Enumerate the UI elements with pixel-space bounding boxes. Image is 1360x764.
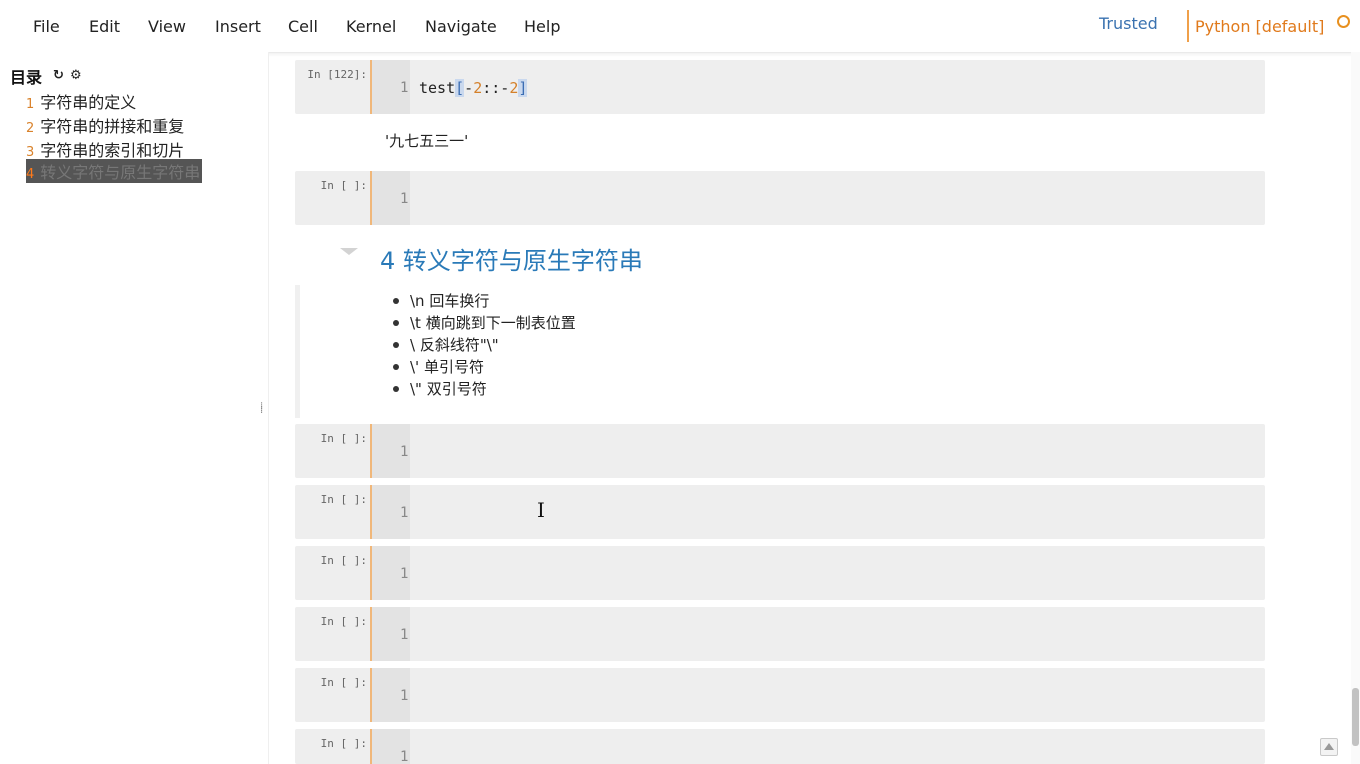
code-cell-3[interactable]: In [ ]: 1: [295, 424, 1265, 478]
code-cell-1[interactable]: In [122]: 1 test[-2::-2]: [295, 60, 1265, 114]
sidebar-resize-handle[interactable]: ⁞ ⁞: [260, 402, 263, 416]
code-cell-8[interactable]: In [ ]: 1: [295, 729, 1265, 764]
menu-kernel[interactable]: Kernel: [346, 17, 396, 36]
code-cell-6[interactable]: In [ ]: 1: [295, 607, 1265, 661]
code-cell-2[interactable]: In [ ]: 1: [295, 171, 1265, 225]
line-number: 1: [400, 191, 409, 207]
menu-edit[interactable]: Edit: [89, 17, 120, 36]
line-number: 1: [400, 749, 409, 764]
toc-item-label: 字符串的定义: [40, 93, 137, 112]
input-prompt: In [122]:: [307, 68, 367, 81]
code-number: 2: [473, 79, 483, 97]
menu-cell[interactable]: Cell: [288, 17, 318, 36]
code-identifier: test: [419, 79, 456, 97]
list-item: \" 双引号符: [390, 378, 576, 400]
gear-icon[interactable]: ⚙: [70, 68, 82, 83]
input-prompt: In [ ]:: [320, 737, 367, 750]
menu-file[interactable]: File: [33, 17, 60, 36]
kernel-separator: [1187, 10, 1189, 42]
line-number: 1: [400, 566, 409, 582]
collapse-heading-icon[interactable]: [340, 248, 358, 255]
input-prompt: In [ ]:: [320, 179, 367, 192]
code-line[interactable]: test[-2::-2]: [419, 79, 528, 97]
list-item: \' 单引号符: [390, 356, 576, 378]
menu-navigate[interactable]: Navigate: [425, 17, 497, 36]
code-bracket-close: ]: [518, 79, 528, 97]
code-cell-5[interactable]: In [ ]: 1: [295, 546, 1265, 600]
menu-view[interactable]: View: [148, 17, 186, 36]
cell-output: '九七五三一': [385, 132, 469, 150]
line-number: 1: [400, 688, 409, 704]
toc-item-number: 3: [26, 145, 35, 160]
jupyter-notebook-window: File Edit View Insert Cell Kernel Naviga…: [0, 0, 1360, 764]
toc-divider: [268, 52, 269, 764]
code-number: 2: [509, 79, 519, 97]
toc-title: 目录: [10, 68, 43, 87]
scroll-to-top-button[interactable]: [1320, 738, 1338, 756]
toc-item-1[interactable]: 1 字符串的定义: [26, 89, 136, 113]
toc-item-number: 4: [26, 167, 35, 182]
text-cursor-icon: I: [537, 498, 545, 522]
line-number: 1: [400, 627, 409, 643]
list-item: \n 回车换行: [390, 290, 576, 312]
menu-bar: File Edit View Insert Cell Kernel Naviga…: [0, 0, 1360, 53]
toc-item-number: 2: [26, 121, 35, 136]
trusted-indicator[interactable]: Trusted: [1099, 14, 1158, 33]
toc-item-4-active[interactable]: 4 转义字符与原生字符串: [26, 159, 203, 183]
input-prompt: In [ ]:: [320, 493, 367, 506]
toc-item-label: 转义字符与原生字符串: [40, 163, 201, 182]
line-number: 1: [400, 80, 409, 96]
code-separator: ::: [482, 79, 501, 97]
menu-help[interactable]: Help: [524, 17, 560, 36]
input-prompt: In [ ]:: [320, 615, 367, 628]
toc-item-2[interactable]: 2 字符串的拼接和重复: [26, 113, 184, 137]
menu-insert[interactable]: Insert: [215, 17, 261, 36]
code-operator: -: [500, 79, 510, 97]
code-cell-7[interactable]: In [ ]: 1: [295, 668, 1265, 722]
scrollbar-track[interactable]: [1351, 52, 1360, 764]
code-cell-4[interactable]: In [ ]: 1: [295, 485, 1265, 539]
line-number: 1: [400, 444, 409, 460]
input-prompt: In [ ]:: [320, 554, 367, 567]
scrollbar-thumb[interactable]: [1352, 688, 1359, 746]
toc-sidebar: 目录 ↻ ⚙ 1 字符串的定义 2 字符串的拼接和重复 3 字符串的索引和切片 4 转义…: [0, 52, 268, 764]
section-heading: 4 转义字符与原生字符串: [380, 247, 643, 275]
kernel-name[interactable]: Python [default]: [1195, 17, 1324, 36]
input-prompt: In [ ]:: [320, 676, 367, 689]
list-item: \t 横向跳到下一制表位置: [390, 312, 576, 334]
list-item: \ 反斜线符"\": [390, 334, 576, 356]
toc-item-number: 1: [26, 97, 35, 112]
arrow-up-icon: [1324, 743, 1334, 750]
markdown-cell-bar: [295, 285, 300, 418]
toc-item-label: 字符串的拼接和重复: [40, 117, 185, 136]
code-operator: -: [464, 79, 474, 97]
kernel-idle-indicator-icon: [1337, 15, 1350, 28]
code-bracket-open: [: [455, 79, 465, 97]
toc-item-label: 字符串的索引和切片: [40, 141, 185, 160]
escape-chars-list: \n 回车换行 \t 横向跳到下一制表位置 \ 反斜线符"\" \' 单引号符 …: [390, 290, 576, 400]
toc-item-3[interactable]: 3 字符串的索引和切片: [26, 137, 184, 161]
line-number: 1: [400, 505, 409, 521]
input-prompt: In [ ]:: [320, 432, 367, 445]
refresh-icon[interactable]: ↻: [53, 68, 64, 83]
